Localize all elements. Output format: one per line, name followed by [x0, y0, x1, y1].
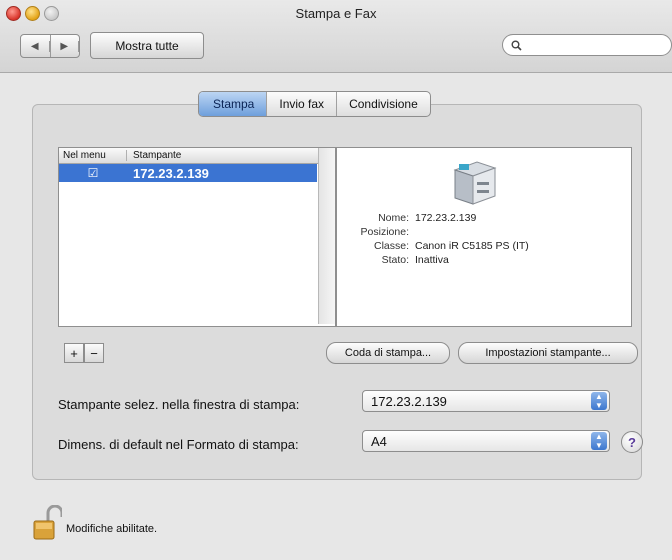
info-row-location: Posizione: — [337, 226, 631, 240]
tab-invio-fax[interactable]: Invio fax — [266, 92, 336, 116]
default-printer-value: 172.23.2.139 — [371, 393, 447, 409]
popup-arrows-icon: ▲ ▼ — [591, 392, 607, 410]
back-forward-control: ◀ ▶ — [20, 34, 80, 58]
paper-size-label: Dimens. di default nel Formato di stampa… — [58, 437, 299, 452]
info-label: Nome: — [378, 212, 409, 224]
lock-status-text: Modifiche abilitate. — [66, 523, 158, 535]
lock-icon[interactable] — [32, 505, 62, 541]
window-title: Stampa e Fax — [295, 6, 377, 21]
in-menu-checkbox[interactable]: ☑ — [59, 166, 127, 180]
popup-arrows-icon: ▲ ▼ — [591, 432, 607, 450]
back-button[interactable]: ◀ — [21, 35, 51, 57]
tab-bar: Stampa Invio fax Condivisione — [198, 91, 431, 117]
column-header-in-menu[interactable]: Nel menu — [59, 150, 127, 161]
back-arrow-icon: ◀ — [21, 40, 50, 52]
forward-arrow-icon: ▶ — [51, 40, 79, 52]
tab-condivisione[interactable]: Condivisione — [336, 92, 430, 116]
info-row-state: Stato: Inattiva — [337, 254, 631, 268]
info-row-name: Nome: 172.23.2.139 — [337, 212, 631, 226]
printer-list-header: Nel menu Stampante — [59, 148, 335, 164]
info-label: Posizione: — [360, 226, 409, 238]
printer-info: Nome: 172.23.2.139 Posizione: Classe: Ca… — [337, 212, 631, 268]
info-value: 172.23.2.139 — [415, 212, 477, 224]
remove-printer-button[interactable]: − — [84, 343, 104, 363]
search-icon — [511, 40, 522, 51]
window-toolbar: Stampa e Fax ◀ ▶ Mostra tutte — [0, 0, 672, 73]
printer-details-panel: Nome: 172.23.2.139 Posizione: Classe: Ca… — [336, 147, 632, 327]
default-printer-label: Stampante selez. nella finestra di stamp… — [58, 397, 300, 412]
forward-button[interactable]: ▶ — [51, 35, 79, 57]
printer-icon — [453, 161, 497, 205]
add-printer-button[interactable]: + — [64, 343, 84, 363]
info-value: Canon iR C5185 PS (IT) — [415, 240, 529, 252]
help-button[interactable]: ? — [621, 431, 643, 453]
list-scrollbar[interactable] — [318, 148, 335, 324]
paper-size-popup[interactable]: A4 ▲ ▼ — [362, 430, 610, 452]
printer-list[interactable]: Nel menu Stampante ☑ 172.23.2.139 — [58, 147, 336, 327]
info-label: Stato: — [381, 254, 409, 266]
search-field[interactable] — [502, 34, 672, 56]
info-label: Classe: — [373, 240, 409, 252]
show-all-button[interactable]: Mostra tutte — [90, 32, 204, 59]
column-header-printer[interactable]: Stampante — [127, 150, 181, 161]
printer-list-row[interactable]: ☑ 172.23.2.139 — [59, 164, 317, 182]
info-value: Inattiva — [415, 254, 449, 266]
paper-size-value: A4 — [371, 433, 387, 449]
tab-stampa[interactable]: Stampa — [199, 92, 267, 116]
default-printer-popup[interactable]: 172.23.2.139 ▲ ▼ — [362, 390, 610, 412]
print-queue-button[interactable]: Coda di stampa... — [326, 342, 450, 364]
info-row-class: Classe: Canon iR C5185 PS (IT) — [337, 240, 631, 254]
printer-settings-button[interactable]: Impostazioni stampante... — [458, 342, 638, 364]
printer-name: 172.23.2.139 — [133, 165, 209, 181]
